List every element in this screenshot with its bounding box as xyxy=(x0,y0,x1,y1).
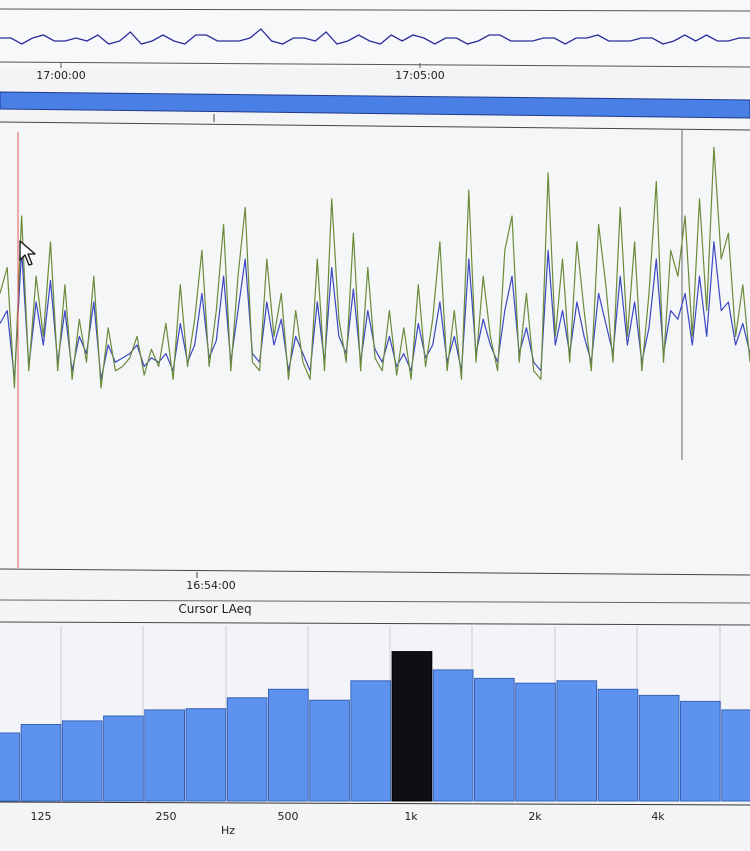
spectrum-bar[interactable] xyxy=(432,669,474,802)
spectrum-x-tick-label: 1k xyxy=(404,810,418,823)
spectrum-x-tick-label: 125 xyxy=(31,810,52,823)
spectrum-x-tick-label: 2k xyxy=(528,810,542,823)
spectrum-bar[interactable] xyxy=(721,709,750,802)
main-x-tick-label: 16:54:00 xyxy=(186,579,235,592)
overview-x-tick-label: 17:05:00 xyxy=(395,69,444,82)
spectrum-bar[interactable] xyxy=(556,680,598,802)
spectrum-bar[interactable] xyxy=(680,700,721,802)
sound-level-analyzer: 17:00:00 17:05:00 16:54:00 Cursor LAeq 125 25… xyxy=(0,0,750,847)
spectrum-x-tick-label: 500 xyxy=(278,810,299,823)
spectrum-bar[interactable] xyxy=(350,680,392,802)
spectrum-panel-title: Cursor LAeq xyxy=(178,602,251,616)
analyzer-canvas: 17:00:00 17:05:00 16:54:00 Cursor LAeq 125 25… xyxy=(0,0,750,837)
spectrum-bar[interactable] xyxy=(597,688,639,802)
spectrum-bar[interactable] xyxy=(474,677,515,802)
spectrum-bar[interactable] xyxy=(309,699,350,802)
spectrum-bar[interactable] xyxy=(515,682,556,802)
spectrum-bar-selected[interactable] xyxy=(391,651,433,802)
spectrum-x-tick-label: 250 xyxy=(156,810,177,823)
spectrum-bar[interactable] xyxy=(226,697,268,802)
spectrum-x-axis xyxy=(0,801,750,806)
spectrum-bar[interactable] xyxy=(638,694,680,802)
spectrum-x-tick-label: 4k xyxy=(651,810,665,823)
spectrum-bar[interactable] xyxy=(185,708,227,802)
spectrum-top-rule xyxy=(0,621,750,626)
spectrum-bar[interactable] xyxy=(268,688,309,802)
spectrum-x-axis-label: Hz xyxy=(221,824,235,837)
time-navigator-scrollbar[interactable] xyxy=(0,91,750,119)
overview-x-tick-label: 17:00:00 xyxy=(36,69,85,82)
spectrum-bar[interactable] xyxy=(61,720,103,802)
spectrum-bar[interactable] xyxy=(0,732,21,802)
spectrum-title-rule xyxy=(0,599,750,604)
spectrum-bar[interactable] xyxy=(144,709,186,802)
spectrum-bar[interactable] xyxy=(20,724,62,802)
spectrum-bar[interactable] xyxy=(103,715,144,802)
